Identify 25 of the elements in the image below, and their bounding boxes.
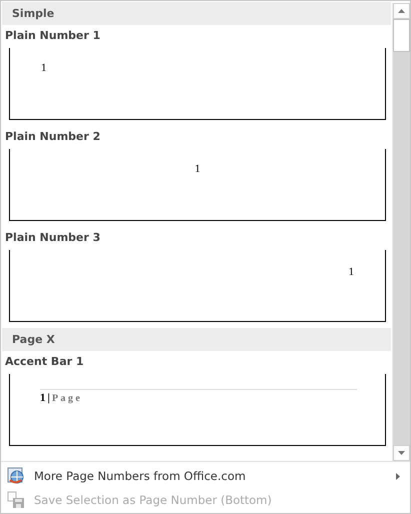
scroll-down-button[interactable] <box>393 445 410 461</box>
page-number-preview[interactable]: 1 <box>9 149 386 221</box>
separator-text: | <box>48 392 50 405</box>
item-title: Plain Number 2 <box>4 129 102 145</box>
save-page-icon <box>7 491 25 509</box>
item-title: Plain Number 3 <box>4 230 102 246</box>
page-number: 1 <box>194 163 200 176</box>
section-header: Simple <box>2 2 391 25</box>
scroll-up-button[interactable] <box>393 3 410 19</box>
page-number: 1 <box>41 62 46 75</box>
page-number-preview[interactable]: 1 | Page <box>9 374 386 446</box>
up-arrow-icon <box>398 9 405 13</box>
page-number-preview[interactable]: 1 <box>9 48 386 120</box>
globe-page-icon <box>7 467 25 485</box>
section-header: Page X <box>2 328 391 351</box>
scroll-thumb[interactable] <box>393 19 410 52</box>
item-title: Plain Number 1 <box>4 28 102 44</box>
page-number: 1 <box>40 392 46 405</box>
menu-item[interactable]: More Page Numbers from Office.com <box>1 464 410 488</box>
page-label: Page <box>52 392 82 405</box>
page-number: 1 <box>348 266 354 279</box>
scrollbar[interactable] <box>392 3 410 461</box>
down-arrow-icon <box>398 451 405 455</box>
item-title: Accent Bar 1 <box>4 354 85 370</box>
page-number-preview[interactable]: 1 <box>9 250 386 322</box>
